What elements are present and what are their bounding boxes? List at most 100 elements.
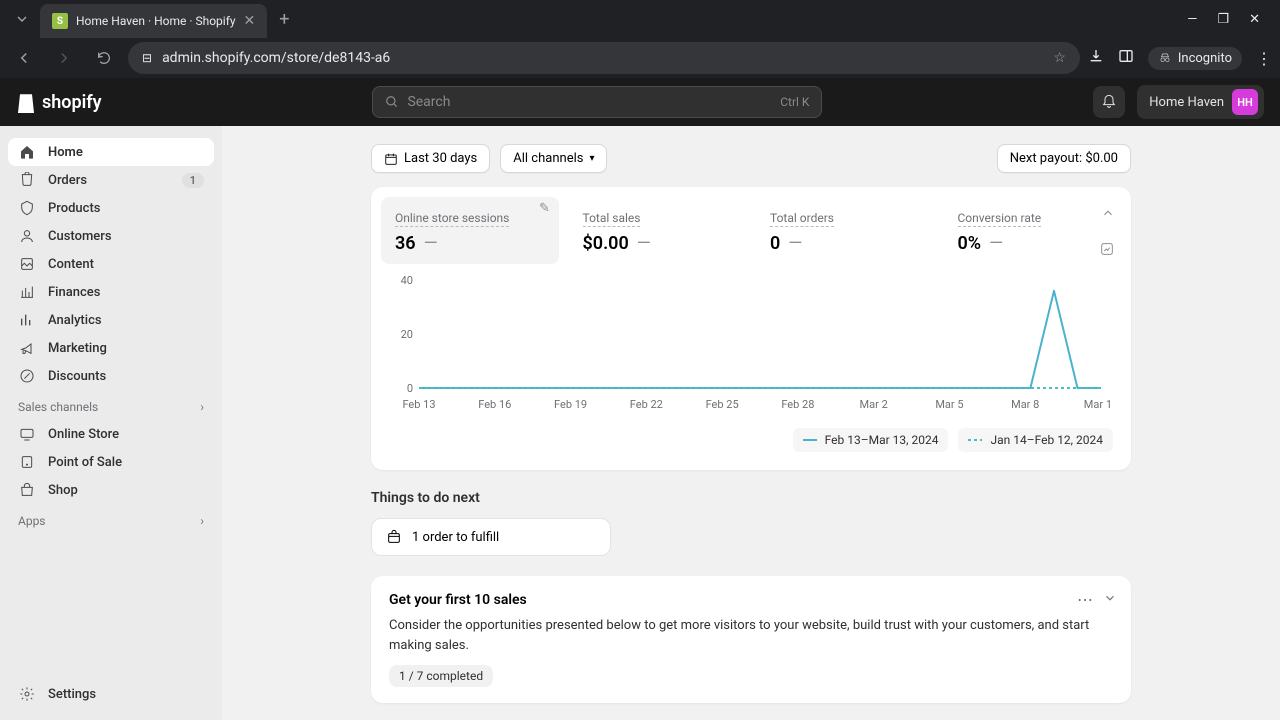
apps-section[interactable]: Apps › — [8, 504, 214, 534]
shopify-logo[interactable]: shopify — [16, 91, 102, 113]
legend-label: Jan 14–Feb 12, 2024 — [990, 433, 1103, 447]
svg-text:20: 20 — [401, 328, 413, 341]
svg-text:Feb 22: Feb 22 — [630, 398, 663, 411]
calendar-icon — [384, 152, 398, 166]
date-range-label: Last 30 days — [404, 151, 477, 166]
metric-value: $0.00 — [583, 233, 629, 254]
next-payout-button[interactable]: Next payout: $0.00 — [997, 144, 1131, 173]
nav-products[interactable]: Products — [8, 194, 214, 222]
nav-home[interactable]: Home — [8, 138, 214, 166]
metric-value: 0% — [958, 233, 982, 254]
nav-finances[interactable]: Finances — [8, 278, 214, 306]
close-tab-icon[interactable]: ✕ — [244, 13, 256, 29]
nav-discounts[interactable]: Discounts — [8, 362, 214, 390]
nav-orders[interactable]: Orders 1 — [8, 166, 214, 194]
chevron-right-icon: › — [200, 400, 204, 414]
svg-text:Feb 13: Feb 13 — [402, 398, 435, 411]
back-button[interactable] — [8, 42, 40, 74]
nav-point-of-sale[interactable]: Point of Sale — [8, 448, 214, 476]
search-placeholder: Search — [407, 94, 450, 110]
todo-fulfill-order[interactable]: 1 order to fulfill — [371, 518, 611, 556]
sidebar: Home Orders 1 Products Customers Content… — [0, 126, 222, 720]
nav-analytics[interactable]: Analytics — [8, 306, 214, 334]
nav-label: Analytics — [48, 313, 102, 328]
bell-icon — [1101, 94, 1117, 110]
analytics-icon — [18, 312, 36, 328]
search-input[interactable]: Search Ctrl K — [372, 86, 822, 118]
metric-sessions[interactable]: Online store sessions 36— — [381, 197, 559, 264]
svg-text:Feb 28: Feb 28 — [781, 398, 814, 411]
package-icon — [386, 529, 402, 545]
nav-shop[interactable]: Shop — [8, 476, 214, 504]
new-tab-button[interactable]: + — [279, 9, 289, 30]
nav-label: Content — [48, 257, 94, 272]
nav-label: Orders — [48, 173, 87, 188]
marketing-icon — [18, 340, 36, 356]
downloads-icon[interactable] — [1088, 48, 1104, 68]
browser-menu-icon[interactable]: ⋮ — [1256, 49, 1272, 68]
sales-channels-section[interactable]: Sales channels › — [8, 390, 214, 420]
panel-icon[interactable] — [1118, 48, 1134, 68]
legend-previous[interactable]: Jan 14–Feb 12, 2024 — [958, 428, 1113, 452]
chevron-right-icon: › — [200, 514, 204, 528]
channels-label: All channels — [513, 151, 583, 166]
collapse-chart-icon[interactable] — [1101, 205, 1115, 224]
minimize-icon[interactable]: — — [1187, 12, 1197, 27]
notifications-button[interactable] — [1093, 86, 1125, 118]
close-window-icon[interactable]: ✕ — [1249, 12, 1260, 27]
guide-description: Consider the opportunities presented bel… — [389, 616, 1113, 655]
search-icon — [385, 95, 399, 109]
legend-swatch-icon — [803, 439, 817, 441]
nav-marketing[interactable]: Marketing — [8, 334, 214, 362]
store-avatar: HH — [1232, 89, 1258, 115]
svg-text:40: 40 — [401, 274, 413, 287]
home-icon — [18, 144, 36, 160]
metric-total-orders[interactable]: Total orders 0— — [756, 197, 934, 264]
incognito-badge[interactable]: Incognito — [1148, 47, 1242, 70]
incognito-icon — [1158, 51, 1172, 65]
metric-conversion-rate[interactable]: Conversion rate 0%— — [944, 197, 1122, 264]
customers-icon — [18, 228, 36, 244]
chart-action-icon[interactable] — [1099, 241, 1115, 261]
nav-settings[interactable]: Settings — [8, 680, 214, 708]
trend-dash-icon: — — [788, 233, 802, 254]
forward-button[interactable] — [48, 42, 80, 74]
svg-text:Feb 25: Feb 25 — [706, 398, 739, 411]
metric-label: Total orders — [770, 211, 834, 227]
store-name: Home Haven — [1149, 95, 1224, 110]
svg-text:Mar 8: Mar 8 — [1011, 398, 1039, 411]
shop-icon — [18, 482, 36, 498]
date-range-button[interactable]: Last 30 days — [371, 144, 490, 173]
edit-metric-icon[interactable]: ✎ — [539, 201, 550, 216]
site-info-icon[interactable]: ⊟ — [142, 51, 152, 65]
guide-collapse-icon[interactable] — [1103, 590, 1117, 609]
online-store-icon — [18, 426, 36, 442]
todo-section-title: Things to do next — [371, 490, 1131, 506]
shopify-favicon: S — [52, 13, 68, 29]
guide-menu-icon[interactable]: ⋯ — [1077, 590, 1093, 609]
shopify-bag-icon — [16, 91, 36, 113]
reload-button[interactable] — [88, 42, 120, 74]
nav-content[interactable]: Content — [8, 250, 214, 278]
metric-total-sales[interactable]: Total sales $0.00— — [569, 197, 747, 264]
browser-tab[interactable]: S Home Haven · Home · Shopify ✕ — [40, 4, 267, 38]
channels-filter-button[interactable]: All channels ▾ — [500, 144, 607, 173]
legend-current[interactable]: Feb 13–Mar 13, 2024 — [793, 428, 949, 452]
todo-label: 1 order to fulfill — [412, 530, 499, 545]
nav-label: Online Store — [48, 427, 119, 442]
bookmark-icon[interactable]: ☆ — [1053, 50, 1066, 66]
store-menu[interactable]: Home Haven HH — [1137, 85, 1264, 119]
finances-icon — [18, 284, 36, 300]
logo-text: shopify — [42, 92, 102, 113]
sessions-chart: 02040Feb 13Feb 16Feb 19Feb 22Feb 25Feb 2… — [389, 274, 1113, 414]
maximize-icon[interactable]: ❐ — [1217, 12, 1229, 27]
nav-label: Products — [48, 201, 100, 216]
nav-online-store[interactable]: Online Store — [8, 420, 214, 448]
nav-label: Discounts — [48, 369, 106, 384]
nav-customers[interactable]: Customers — [8, 222, 214, 250]
section-label: Sales channels — [18, 400, 98, 414]
search-shortcut: Ctrl K — [780, 95, 809, 109]
address-bar[interactable]: ⊟ admin.shopify.com/store/de8143-a6 ☆ — [128, 42, 1080, 74]
tab-list-dropdown[interactable] — [8, 5, 36, 33]
metric-label: Total sales — [583, 211, 641, 227]
